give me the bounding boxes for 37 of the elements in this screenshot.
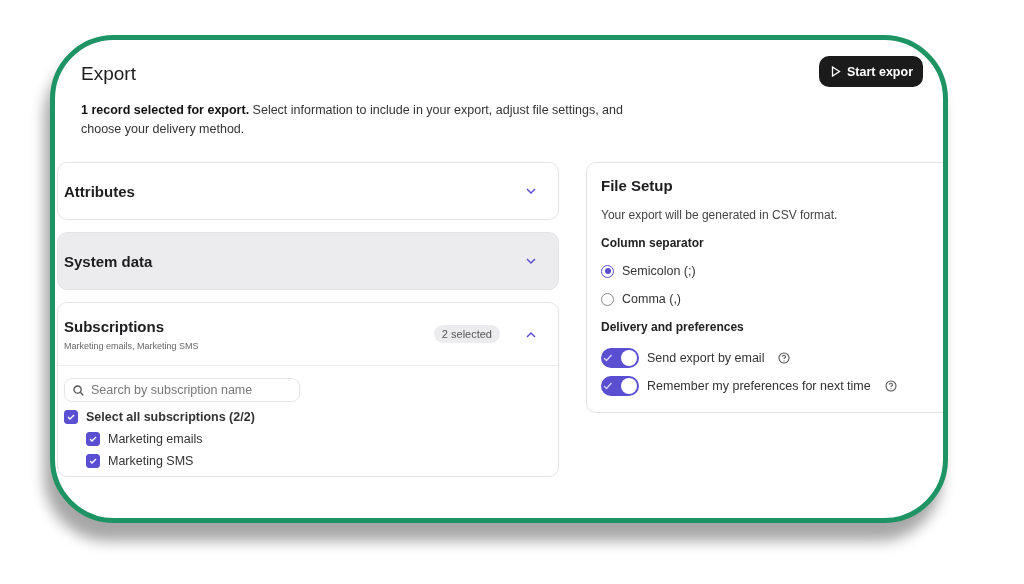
export-description: 1 record selected for export. Select information to include in your export, adjust file settings, and choose your delivery method. — [81, 102, 624, 138]
help-icon[interactable] — [778, 352, 791, 364]
start-export-button[interactable]: Start expor — [819, 56, 923, 87]
selected-count-badge: 2 selected — [433, 325, 500, 343]
field-label: Delivery and preferences — [601, 320, 745, 334]
help-icon[interactable] — [884, 380, 897, 392]
toggle-switch[interactable] — [601, 348, 639, 368]
section-title: System data — [64, 252, 154, 270]
check-icon — [89, 457, 97, 465]
field-label: Column separator — [601, 236, 705, 250]
checkbox-label: Marketing SMS — [108, 454, 194, 468]
check-icon — [603, 382, 613, 390]
card-title: File Setup — [601, 177, 674, 194]
search-field[interactable]: Search by subscription name — [64, 378, 300, 402]
section-subtitle: Marketing emails, Marketing SMS — [64, 340, 200, 351]
section-title: Subscriptions — [64, 317, 165, 335]
chevron-up-icon[interactable] — [526, 330, 536, 338]
section-title: Attributes — [64, 182, 136, 200]
chevron-down-icon[interactable] — [526, 187, 536, 195]
toggle-label: Remember my preferences for next time — [647, 379, 871, 393]
chevron-down-icon[interactable] — [526, 257, 536, 265]
check-icon — [89, 435, 97, 443]
toggle-label: Send export by email — [647, 351, 765, 365]
check-icon — [603, 354, 613, 362]
checkbox[interactable] — [86, 454, 100, 468]
page-title: Export — [81, 63, 137, 85]
checkbox-label: Select all subscriptions (2/2) — [86, 410, 255, 424]
checkbox-label: Marketing emails — [108, 432, 203, 446]
radio-label: Semicolon (;) — [622, 264, 696, 278]
checkbox[interactable] — [86, 432, 100, 446]
checkbox[interactable] — [64, 410, 78, 424]
radio-label: Comma (,) — [622, 292, 682, 306]
toggle-switch[interactable] — [601, 376, 639, 396]
check-icon — [67, 413, 75, 421]
format-note: Your export will be generated in CSV format. — [601, 208, 839, 222]
play-icon — [831, 66, 841, 77]
search-icon — [73, 385, 84, 396]
